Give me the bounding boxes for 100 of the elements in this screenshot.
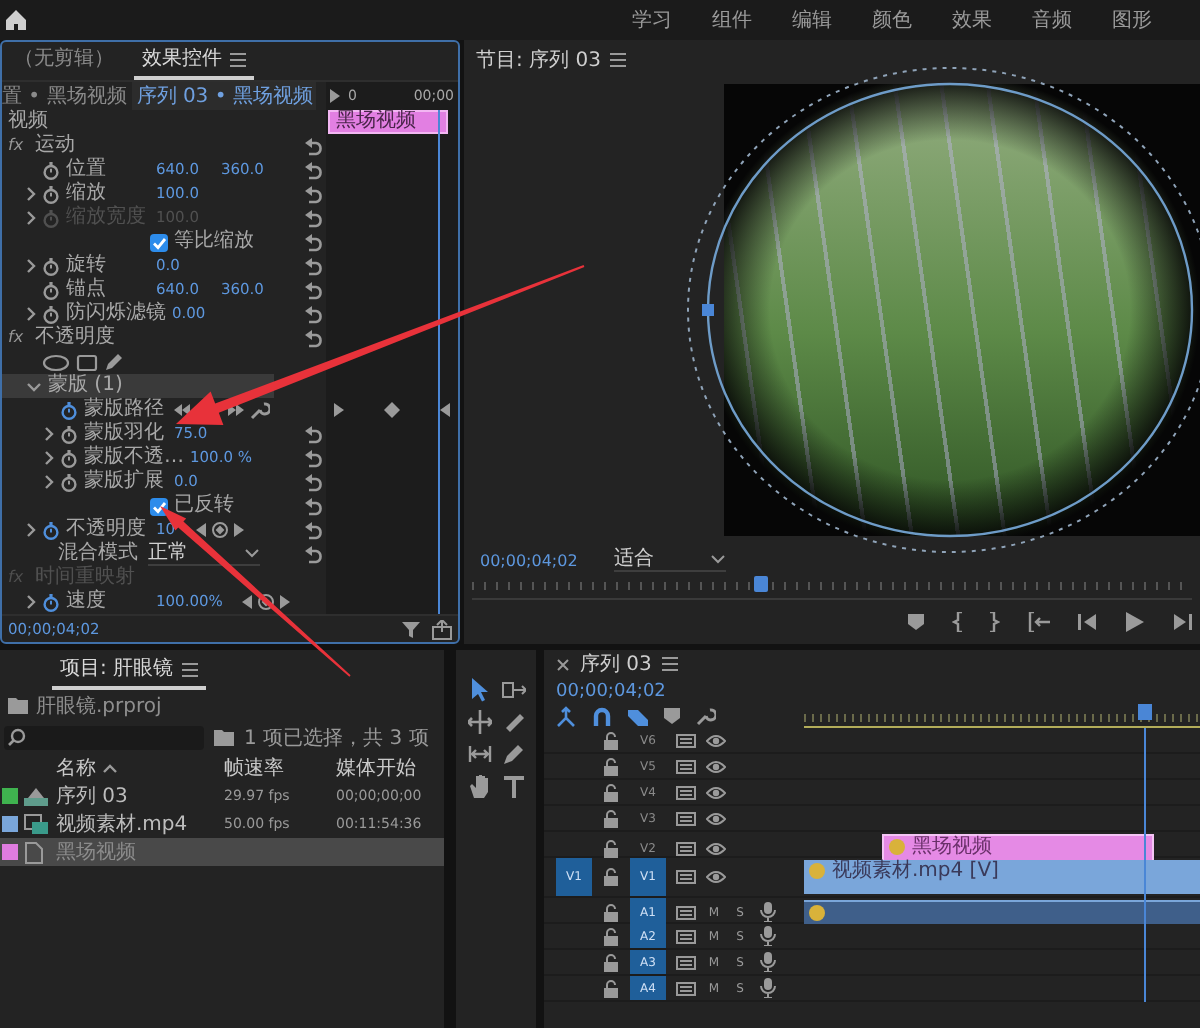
column-header[interactable]: 名称	[56, 754, 96, 782]
reset-icon[interactable]	[303, 281, 321, 299]
rewind-icon[interactable]	[174, 402, 190, 418]
lock-icon[interactable]	[602, 868, 620, 886]
lock-icon[interactable]	[602, 783, 620, 801]
branch-icon[interactable]	[556, 705, 576, 727]
eye-icon[interactable]	[706, 809, 726, 827]
workspace-tab[interactable]: 编辑	[772, 6, 852, 34]
step-forward-icon[interactable]	[1172, 612, 1192, 632]
reset-icon[interactable]	[303, 257, 321, 275]
stopwatch-icon[interactable]	[42, 521, 60, 539]
lock-icon[interactable]	[602, 731, 620, 749]
filter-icon[interactable]	[402, 620, 420, 638]
expand-chevron-icon[interactable]	[44, 474, 54, 490]
eye-icon[interactable]	[706, 868, 726, 886]
reset-icon[interactable]	[303, 497, 321, 515]
checkbox[interactable]	[150, 233, 168, 251]
lock-icon[interactable]	[602, 953, 620, 971]
film-icon[interactable]	[676, 757, 696, 775]
menu-icon[interactable]	[610, 52, 627, 68]
reset-icon[interactable]	[303, 305, 321, 323]
slip-tool-icon[interactable]	[467, 742, 491, 766]
previous-keyframe-icon[interactable]	[195, 522, 206, 538]
wrench-icon[interactable]	[696, 706, 716, 726]
film-icon[interactable]	[676, 809, 696, 827]
razor-icon[interactable]	[501, 710, 525, 734]
film-icon[interactable]	[676, 979, 696, 997]
search-field[interactable]	[4, 725, 204, 749]
sequence-clip-link[interactable]: 序列 03 • 黑场视频	[132, 82, 317, 110]
step-back-icon[interactable]	[1078, 612, 1098, 632]
next-keyframe-icon[interactable]	[233, 522, 244, 538]
next-keyframe-icon[interactable]	[280, 594, 291, 610]
lock-icon[interactable]	[602, 979, 620, 997]
stopwatch-icon[interactable]	[42, 257, 60, 275]
clip[interactable]: 黑场视频	[882, 834, 1154, 862]
workspace-tab[interactable]: 音频	[1012, 6, 1092, 34]
reset-icon[interactable]	[303, 449, 321, 467]
lock-icon[interactable]	[602, 757, 620, 775]
reset-icon[interactable]	[303, 545, 321, 563]
home-icon[interactable]	[4, 8, 28, 32]
pen-icon[interactable]	[501, 742, 525, 766]
link-icon[interactable]	[628, 706, 648, 726]
wrench-icon[interactable]	[250, 400, 270, 420]
lock-icon[interactable]	[602, 809, 620, 827]
stopwatch-icon[interactable]	[42, 185, 60, 203]
new-bin-icon[interactable]	[214, 728, 234, 746]
selection-tool-icon[interactable]	[469, 678, 489, 702]
workspace-tab[interactable]: 学习	[612, 6, 692, 34]
microphone-icon[interactable]	[758, 952, 778, 972]
panel-tab[interactable]: （无剪辑）	[6, 48, 122, 80]
magnet-icon[interactable]	[592, 706, 612, 726]
checkbox[interactable]	[150, 497, 168, 515]
film-icon[interactable]	[676, 953, 696, 971]
playhead-handle[interactable]	[1138, 704, 1153, 720]
eye-icon[interactable]	[706, 839, 726, 857]
stopwatch-icon[interactable]	[42, 281, 60, 299]
workspace-tab[interactable]: 组件	[692, 6, 772, 34]
reset-icon[interactable]	[303, 137, 321, 155]
reset-icon[interactable]	[303, 185, 321, 203]
eye-icon[interactable]	[706, 783, 726, 801]
film-icon[interactable]	[676, 868, 696, 886]
workspace-tab[interactable]: 效果	[932, 6, 1012, 34]
reset-icon[interactable]	[303, 233, 321, 251]
reset-icon[interactable]	[303, 161, 321, 179]
workspace-tab[interactable]: 图形	[1092, 6, 1172, 34]
clip[interactable]: 视频素材.mp4 [V]	[804, 860, 1200, 894]
type-tool-icon[interactable]	[501, 774, 525, 798]
zoom-dropdown[interactable]: 适合	[613, 548, 726, 572]
lock-icon[interactable]	[602, 903, 620, 921]
reset-icon[interactable]	[303, 329, 321, 347]
menu-icon[interactable]	[661, 656, 678, 672]
expand-chevron-icon[interactable]	[44, 426, 54, 442]
film-icon[interactable]	[676, 731, 696, 749]
lock-icon[interactable]	[602, 927, 620, 945]
stopwatch-icon[interactable]	[60, 473, 78, 491]
expand-chevron-icon[interactable]	[26, 258, 36, 274]
expand-chevron-icon[interactable]	[26, 186, 36, 202]
project-item[interactable]: 黑场视频	[0, 838, 444, 866]
sort-ascending-icon[interactable]	[102, 762, 118, 774]
rectangle-icon[interactable]	[76, 353, 98, 371]
stopwatch-icon[interactable]	[42, 305, 60, 323]
ellipse-icon[interactable]	[42, 353, 70, 371]
stopwatch-icon[interactable]	[60, 401, 78, 419]
film-icon[interactable]	[676, 903, 696, 921]
reset-icon[interactable]	[303, 521, 321, 539]
mark-in-icon[interactable]	[952, 612, 962, 632]
film-icon[interactable]	[676, 839, 696, 857]
menu-icon[interactable]	[181, 662, 198, 678]
column-header[interactable]: 媒体开始	[336, 754, 444, 782]
keyframe-icon[interactable]	[384, 402, 400, 418]
expand-chevron-icon[interactable]	[44, 450, 54, 466]
stopwatch-icon[interactable]	[42, 161, 60, 179]
microphone-icon[interactable]	[758, 902, 778, 922]
collapse-chevron-icon[interactable]	[26, 381, 42, 391]
microphone-icon[interactable]	[758, 926, 778, 946]
ripple-edit-icon[interactable]	[467, 710, 491, 734]
close-icon[interactable]	[556, 657, 570, 671]
microphone-icon[interactable]	[758, 978, 778, 998]
eye-icon[interactable]	[706, 731, 726, 749]
menu-icon[interactable]	[230, 52, 246, 68]
